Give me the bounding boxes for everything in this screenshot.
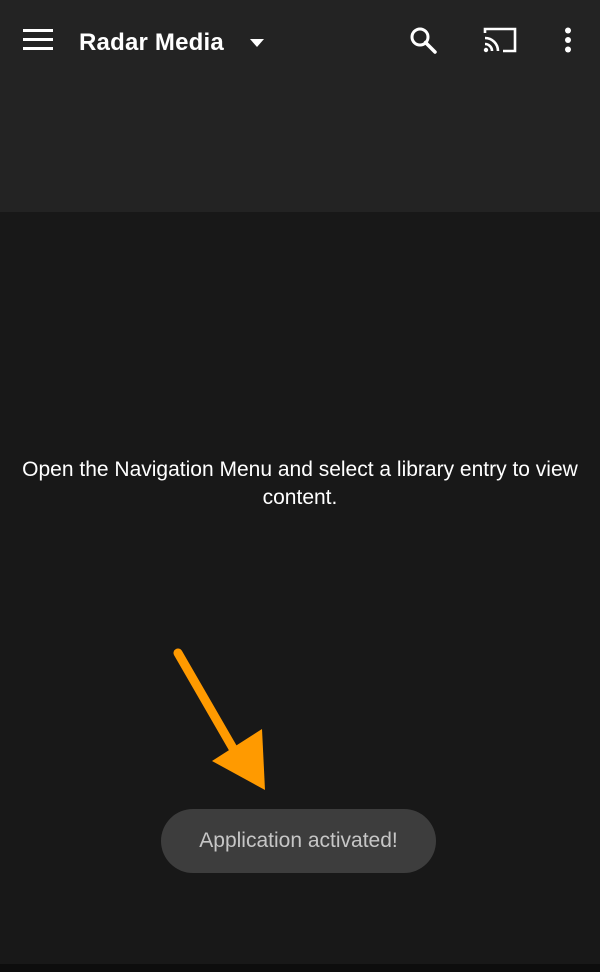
annotation-arrow-icon (173, 648, 265, 790)
app-screen: Radar Media Open the Navigation Menu and… (0, 0, 600, 972)
toast-notification: Application activated! (161, 809, 436, 873)
overflow-menu-button[interactable] (544, 18, 592, 66)
bottom-edge (0, 964, 600, 972)
caret-down-icon (249, 39, 264, 47)
search-button[interactable] (399, 18, 447, 66)
app-title: Radar Media (79, 29, 224, 56)
app-bar: Radar Media (0, 0, 600, 212)
hamburger-menu-icon (23, 28, 53, 56)
cast-icon (483, 26, 517, 59)
more-vert-icon (564, 27, 572, 58)
empty-state-message: Open the Navigation Menu and select a li… (22, 458, 578, 509)
toast-message: Application activated! (199, 829, 398, 852)
library-selector[interactable]: Radar Media (79, 24, 264, 62)
search-icon (409, 26, 437, 59)
cast-button[interactable] (476, 18, 524, 66)
navigation-menu-button[interactable] (14, 18, 62, 66)
